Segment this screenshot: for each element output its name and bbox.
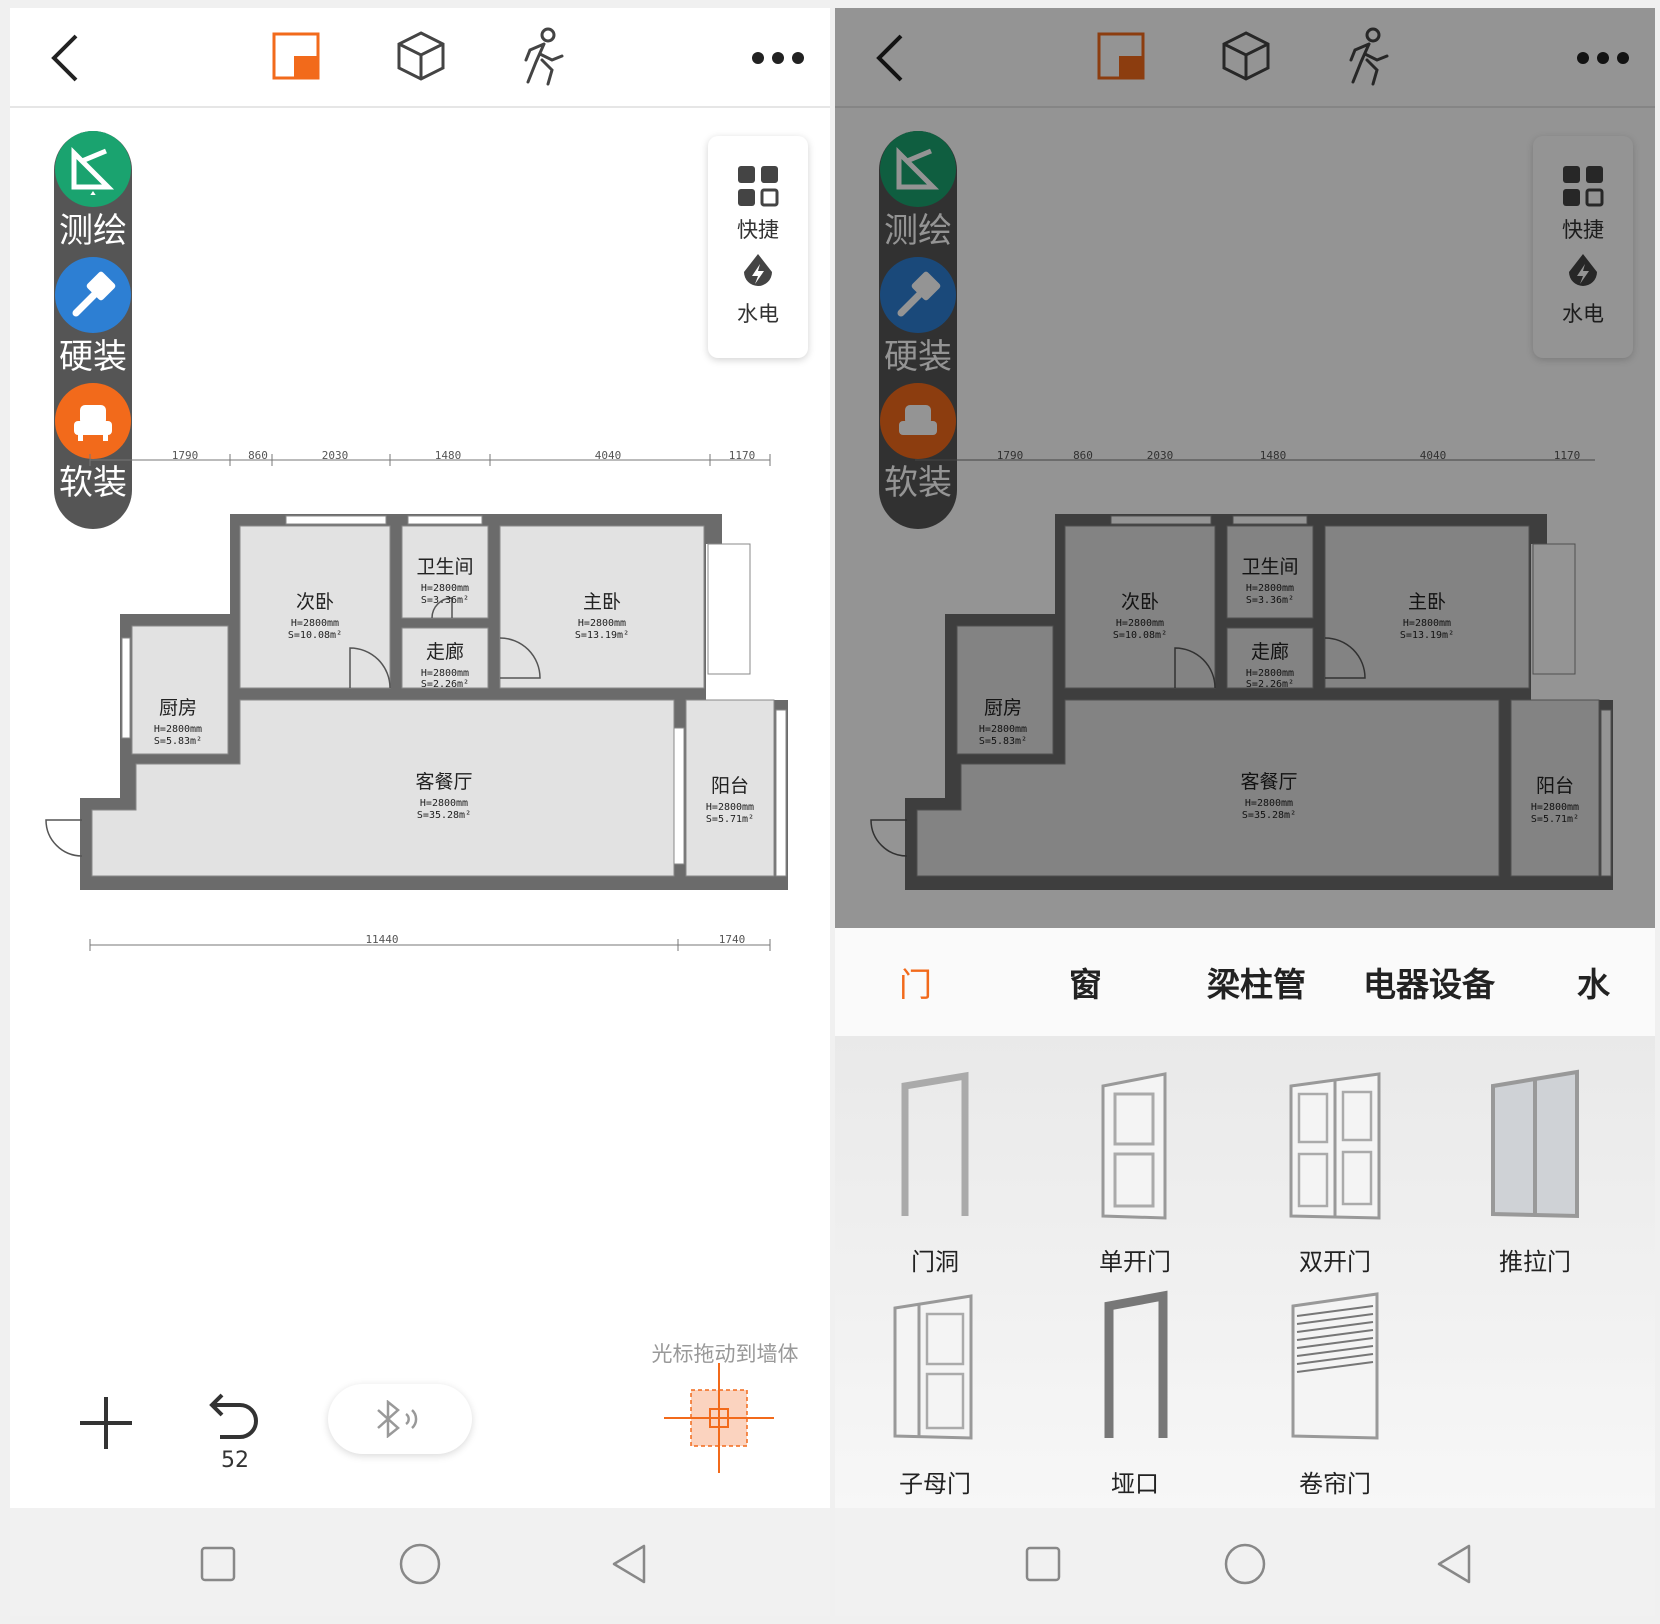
floor-plan-icon[interactable] <box>272 32 320 80</box>
dim-label: 860 <box>248 449 268 462</box>
floor-plan-canvas[interactable]: 1790 860 2030 1480 4040 1170 次卧 H=2800mm… <box>10 448 830 1008</box>
door-catalog: 门洞 单开门 双开门 推拉门 子母门 垭口 卷帘门 <box>835 1036 1655 1508</box>
water-electric-icon[interactable] <box>740 252 776 292</box>
door-item-passage[interactable]: 垭口 <box>1035 1288 1235 1518</box>
home-icon[interactable] <box>1217 1536 1273 1592</box>
door-opening-icon <box>901 1071 969 1216</box>
hard-decor-tool[interactable]: 硬装 <box>54 257 132 387</box>
room-height: H=2800mm <box>154 724 202 735</box>
room-area: S=13.19m² <box>575 630 629 641</box>
room-name: 主卧 <box>583 591 621 613</box>
room-name: 阳台 <box>711 775 749 797</box>
room-name: 卫生间 <box>416 556 473 578</box>
modal-overlay[interactable] <box>835 8 1655 928</box>
room-area: S=2.26m² <box>421 679 469 690</box>
tab-beam-column-pipe[interactable]: 梁柱管 <box>1207 958 1306 1006</box>
door-item-rolling[interactable]: 卷帘门 <box>1235 1288 1435 1518</box>
hard-decor-label: 硬装 <box>59 337 127 377</box>
dim-label: 1480 <box>435 449 462 462</box>
grid-icon[interactable] <box>736 164 780 208</box>
recent-apps-icon[interactable] <box>190 1536 246 1592</box>
walk-icon[interactable] <box>518 26 570 86</box>
room-height: H=2800mm <box>421 668 469 679</box>
dim-label: 1170 <box>729 449 756 462</box>
system-nav-bar <box>835 1508 1655 1616</box>
back-nav-icon[interactable] <box>1427 1536 1483 1592</box>
dim-label: 1740 <box>719 933 746 946</box>
shortcut-label[interactable]: 快捷 <box>708 214 808 244</box>
door-item-double[interactable]: 双开门 <box>1235 1066 1435 1296</box>
room-name: 客餐厅 <box>415 771 472 793</box>
double-door-icon <box>1289 1072 1381 1220</box>
recent-apps-icon[interactable] <box>1015 1536 1071 1592</box>
tab-water[interactable]: 水 <box>1577 958 1610 1006</box>
survey-tool[interactable]: 测绘 <box>54 131 132 261</box>
left-screen: 测绘 硬装 软装 快捷 水电 1790 860 2030 1480 4040 1… <box>10 8 830 1616</box>
room-name: 次卧 <box>296 591 334 613</box>
room-area: S=3.36m² <box>421 595 469 606</box>
tab-window[interactable]: 窗 <box>1069 958 1102 1006</box>
mother-son-door-icon <box>893 1294 973 1440</box>
sliding-door-icon <box>1491 1069 1579 1219</box>
home-icon[interactable] <box>392 1536 448 1592</box>
door-item-label: 单开门 <box>1099 1248 1171 1276</box>
room-name: 走廊 <box>426 641 464 663</box>
sofa-icon <box>74 405 112 441</box>
room-height: H=2800mm <box>420 798 468 809</box>
top-toolbar <box>10 8 830 108</box>
room-height: H=2800mm <box>421 583 469 594</box>
rolling-door-icon <box>1291 1292 1379 1440</box>
category-tabs: 门 窗 梁柱管 电器设备 水 <box>835 928 1655 1037</box>
room-height: H=2800mm <box>291 618 339 629</box>
more-icon[interactable] <box>750 48 806 68</box>
system-nav-bar <box>10 1508 830 1616</box>
room-area: S=5.71m² <box>706 814 754 825</box>
ruler-icon <box>71 146 115 195</box>
room-height: H=2800mm <box>706 802 754 813</box>
room-area: S=35.28m² <box>417 810 471 821</box>
survey-label: 测绘 <box>59 211 127 251</box>
door-item-mother-son[interactable]: 子母门 <box>835 1288 1035 1518</box>
tab-door[interactable]: 门 <box>899 958 932 1006</box>
back-nav-icon[interactable] <box>602 1536 658 1592</box>
3d-cube-icon[interactable] <box>395 30 447 82</box>
undo-icon[interactable] <box>204 1391 264 1445</box>
brush-icon <box>72 271 116 317</box>
door-item-label: 垭口 <box>1111 1470 1159 1498</box>
door-item-label: 子母门 <box>899 1470 971 1498</box>
door-item-label: 门洞 <box>911 1248 959 1276</box>
door-item-label: 双开门 <box>1299 1248 1371 1276</box>
door-item-opening[interactable]: 门洞 <box>835 1066 1035 1296</box>
bluetooth-button[interactable] <box>328 1384 472 1454</box>
passage-opening-icon <box>1104 1290 1168 1438</box>
tab-appliances[interactable]: 电器设备 <box>1363 958 1495 1006</box>
chevron-left-icon[interactable] <box>42 30 92 86</box>
dim-label: 4040 <box>595 449 622 462</box>
bluetooth-icon <box>377 1400 418 1438</box>
room-area: S=5.83m² <box>154 736 202 747</box>
door-item-sliding[interactable]: 推拉门 <box>1435 1066 1635 1296</box>
undo-count: 52 <box>221 1448 249 1473</box>
dim-label: 11440 <box>365 933 398 946</box>
quick-panel: 快捷 水电 <box>708 136 808 358</box>
crosshair-cursor-icon[interactable] <box>664 1363 774 1473</box>
single-door-icon <box>1101 1072 1167 1220</box>
right-screen: 测绘 硬装 软装 快捷 水电 1790 860 2030 1480 4040 1… <box>835 8 1655 1616</box>
room-name: 厨房 <box>159 697 197 719</box>
door-item-label: 推拉门 <box>1499 1248 1571 1276</box>
room-height: H=2800mm <box>578 618 626 629</box>
dim-label: 2030 <box>322 449 349 462</box>
water-electric-label[interactable]: 水电 <box>708 298 808 328</box>
add-icon[interactable] <box>76 1393 136 1453</box>
door-item-label: 卷帘门 <box>1299 1470 1371 1498</box>
dim-label: 1790 <box>172 449 199 462</box>
room-area: S=10.08m² <box>288 630 342 641</box>
door-item-single[interactable]: 单开门 <box>1035 1066 1235 1296</box>
